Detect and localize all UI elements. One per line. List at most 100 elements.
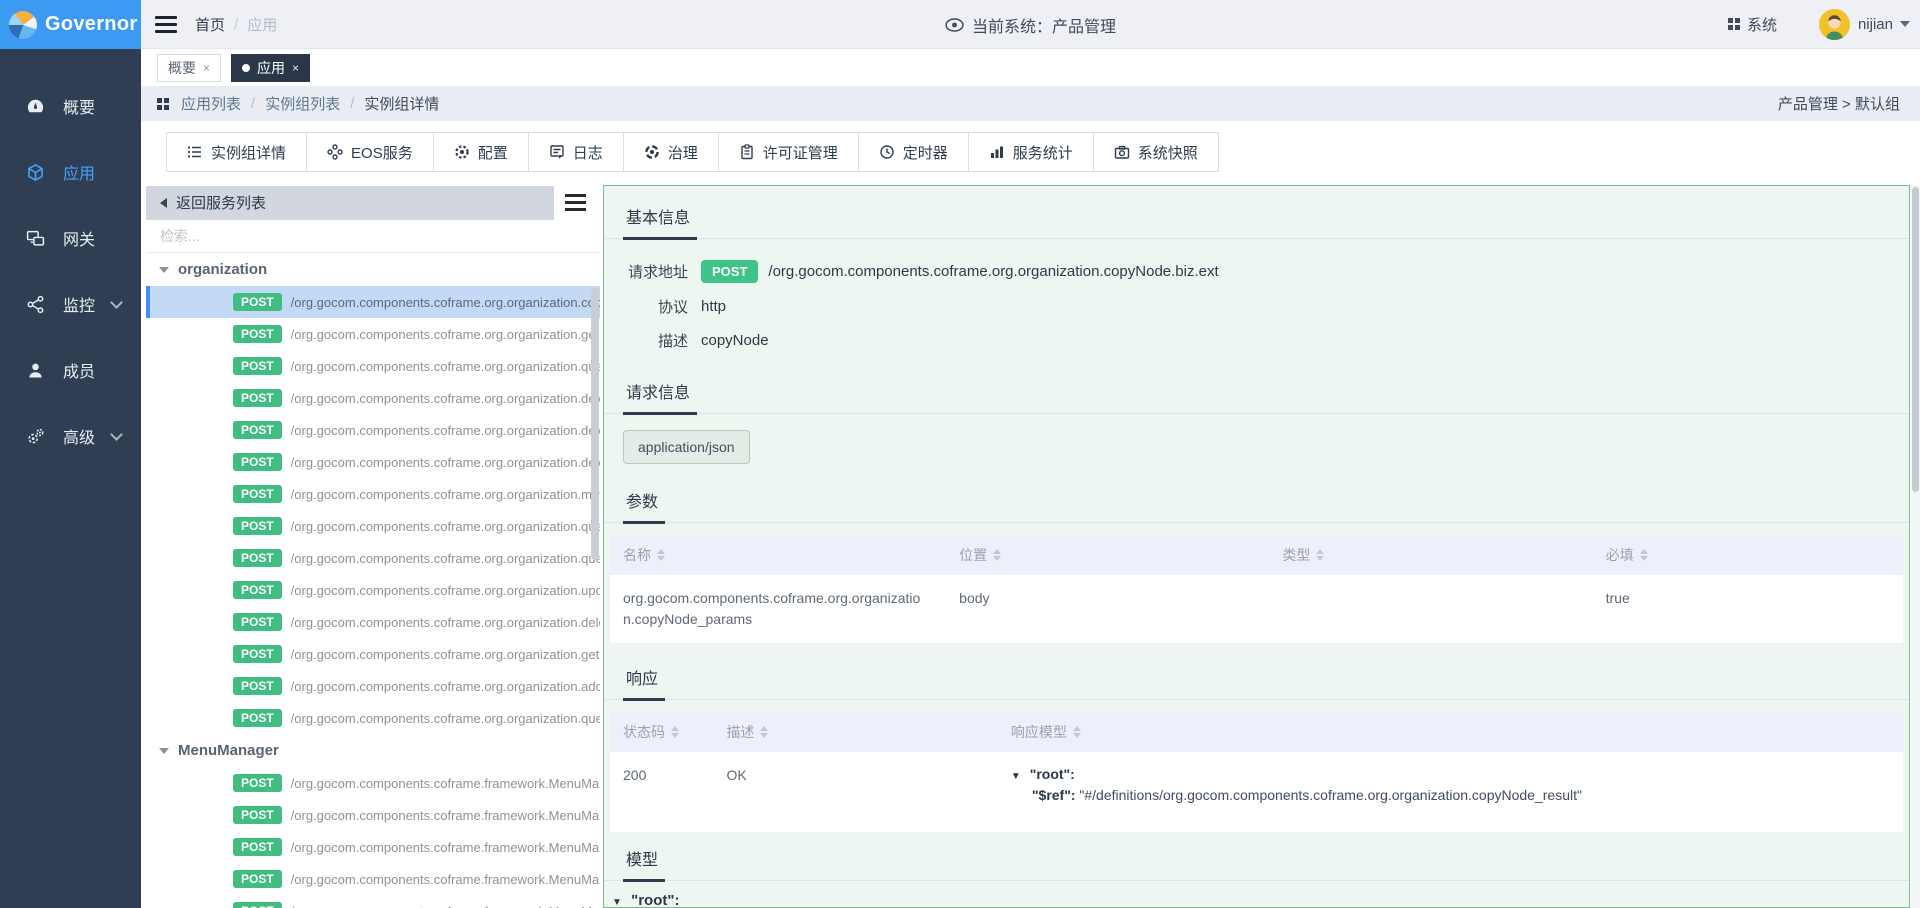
tree-item[interactable]: POST /org.gocom.components.coframe.org.o… [146,670,600,702]
section-params: 参数 [604,488,1909,523]
member-icon [26,361,45,380]
breadcrumb: 首页 / 应用 [195,14,277,35]
col-location[interactable]: 位置 [946,545,1269,565]
sidebar-collapse-icon[interactable] [155,16,177,33]
params-table: 名称 位置 类型 必填 [610,535,1903,643]
crumb-instance-group-list[interactable]: 实例组列表 [265,93,340,114]
section-response: 响应 [604,665,1909,700]
tree-item[interactable]: POST /org.gocom.components.coframe.org.o… [146,478,600,510]
list-icon [187,144,203,160]
system-menu[interactable]: 系统 [1728,14,1777,35]
sort-icon[interactable] [993,549,1001,561]
system-label: 系统 [1747,14,1777,35]
breadcrumb-home[interactable]: 首页 [195,14,225,35]
tree-item[interactable]: POST /org.gocom.components.coframe.org.o… [146,542,600,574]
service-detail-panel: 基本信息 请求地址 POST /org.gocom.components.cof… [603,185,1910,908]
col-type[interactable]: 类型 [1269,545,1592,565]
app-logo[interactable]: Governor [0,0,141,49]
service-tree-panel: 返回服务列表 organization POST /org.gocom.comp… [146,185,600,908]
sort-icon[interactable] [1073,726,1081,738]
sidebar-item-applications[interactable]: 应用 [0,139,141,205]
content-type-chip[interactable]: application/json [623,430,750,464]
method-badge: POST [233,902,282,908]
caret-expanded-icon[interactable]: ▼ [1011,771,1021,782]
tree-item[interactable]: POST /org.gocom.components.coframe.org.o… [146,446,600,478]
sort-icon[interactable] [1316,549,1324,561]
tab-application[interactable]: 应用 × [231,54,310,82]
method-badge: POST [233,389,282,407]
method-badge: POST [233,485,282,503]
tree-item[interactable]: POST /org.gocom.components.coframe.frame… [146,895,600,908]
sidebar-item-monitoring[interactable]: 监控 [0,271,141,337]
toolbar-timer[interactable]: 定时器 [858,132,969,172]
user-caret-icon[interactable] [1900,21,1910,27]
sidebar-item-gateway[interactable]: 网关 [0,205,141,271]
caret-expanded-icon[interactable]: ▼ [612,897,622,908]
sort-icon[interactable] [657,549,665,561]
gear-icon [454,144,470,160]
tab-overview[interactable]: 概要 × [157,54,221,82]
sort-icon[interactable] [760,726,768,738]
col-description[interactable]: 描述 [713,722,997,742]
sort-icon[interactable] [1640,549,1648,561]
sidebar-item-members[interactable]: 成员 [0,337,141,403]
tree-item[interactable]: POST /org.gocom.components.coframe.org.o… [146,350,600,382]
tree-item[interactable]: POST /org.gocom.components.coframe.org.o… [146,702,600,734]
tree-item[interactable]: POST /org.gocom.components.coframe.org.o… [146,510,600,542]
scrollbar-thumb[interactable] [1912,187,1919,492]
crumb-app-list[interactable]: 应用列表 [181,93,241,114]
page-breadcrumb-bar: 应用列表 / 实例组列表 / 实例组详情 产品管理 > 默认组 [141,86,1920,121]
timer-icon [879,144,895,160]
method-badge: POST [233,613,282,631]
method-badge: POST [233,293,282,311]
tree-item[interactable]: POST /org.gocom.components.coframe.frame… [146,799,600,831]
advanced-icon [26,427,45,446]
toolbar-config[interactable]: 配置 [433,132,529,172]
toolbar-eos-services[interactable]: EOS服务 [306,132,434,172]
col-status-code[interactable]: 状态码 [610,722,713,742]
col-name[interactable]: 名称 [610,545,946,565]
tree-scrollbar[interactable] [591,288,599,560]
tree-item[interactable]: POST /org.gocom.components.coframe.org.o… [146,574,600,606]
tree-item[interactable]: POST /org.gocom.components.coframe.frame… [146,767,600,799]
tree-group-organization[interactable]: organization [146,253,600,286]
sidebar-item-advanced[interactable]: 高级 [0,403,141,469]
protocol-value: http [701,298,726,315]
avatar[interactable] [1819,9,1850,40]
tree-item[interactable]: POST /org.gocom.components.coframe.org.o… [146,414,600,446]
tree-item[interactable]: POST /org.gocom.components.coframe.org.o… [146,382,600,414]
toolbar-logs[interactable]: 日志 [528,132,624,172]
back-arrow-icon [160,198,167,208]
username[interactable]: nijian [1858,16,1893,33]
tree-item[interactable]: POST /org.gocom.components.coframe.org.o… [146,606,600,638]
context-path: 产品管理 > 默认组 [1778,93,1900,114]
current-system-indicator: 当前系统：产品管理 [441,0,1620,49]
toolbar-instance-detail[interactable]: 实例组详情 [166,132,307,172]
method-badge: POST [233,549,282,567]
apps-grid-icon [1728,18,1740,30]
sort-icon[interactable] [671,726,679,738]
col-required[interactable]: 必填 [1593,545,1903,565]
param-required: true [1593,575,1903,643]
toolbar-system-snapshot[interactable]: 系统快照 [1093,132,1219,172]
tree-item[interactable]: POST /org.gocom.components.coframe.org.o… [146,286,600,318]
tree-item[interactable]: POST /org.gocom.components.coframe.frame… [146,831,600,863]
sidebar-item-overview[interactable]: 概要 [0,73,141,139]
model-json-tree: ▼ "root": ▼ "org.gocom.components.cofram… [612,892,1909,908]
col-response-model[interactable]: 响应模型 [998,722,1903,742]
toolbar-license[interactable]: 许可证管理 [718,132,859,172]
brand-name: Governor [45,13,137,36]
back-to-service-list[interactable]: 返回服务列表 [146,186,554,220]
status-code: 200 [610,752,713,832]
tree-item[interactable]: POST /org.gocom.components.coframe.org.o… [146,318,600,350]
close-icon[interactable]: × [292,61,299,75]
toolbar-governance[interactable]: 治理 [623,132,719,172]
close-icon[interactable]: × [203,61,210,75]
tree-item[interactable]: POST /org.gocom.components.coframe.frame… [146,863,600,895]
search-input[interactable] [146,220,600,252]
page-scrollbar[interactable] [1911,185,1920,908]
toolbar-service-stats[interactable]: 服务统计 [968,132,1094,172]
tree-menu-icon[interactable] [565,194,586,211]
tree-item[interactable]: POST /org.gocom.components.coframe.org.o… [146,638,600,670]
tree-group-menumanager[interactable]: MenuManager [146,734,600,767]
